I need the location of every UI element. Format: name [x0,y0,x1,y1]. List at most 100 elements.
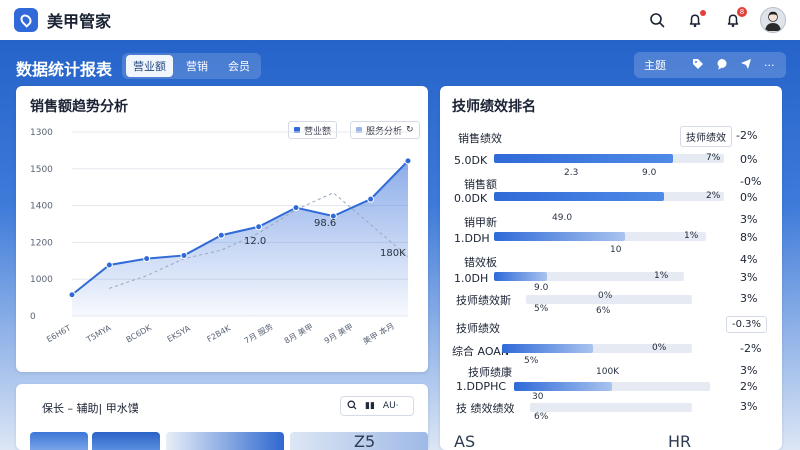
x-tick-label: 7月 服务 [242,321,274,345]
rank-float: 5% [534,304,549,314]
data-point [217,231,225,239]
y-tick-label: 1300 [30,128,53,138]
rank-float: 0% [598,291,613,301]
theme-button[interactable]: 主题 [644,57,666,73]
data-point [367,195,375,203]
rank-row-pct: 3% [740,364,758,377]
data-label: 180K [380,248,406,259]
rank-bar-track [530,403,692,412]
area-fill [72,160,408,316]
rank-float: 5% [524,356,539,366]
rank-float: 6% [596,306,611,316]
rank-row-label: 技师绩效斯 [456,294,511,307]
x-tick-label: T5MYA [84,323,113,345]
rank-bar-fill [502,344,594,353]
y-tick-label: 0 [30,312,36,322]
rank-bar-track [494,154,724,163]
rank-bar-track [494,232,706,241]
data-label: 12.0 [244,236,266,247]
app-title: 美甲管家 [47,12,112,31]
rank-row-pct: -0% [740,175,762,188]
partial-text: Z5 [354,432,376,450]
thumbnail-image[interactable] [166,432,284,450]
notification-badge: 8 [737,7,747,17]
rank-row-label: 销售额 [464,178,497,191]
search-icon[interactable] [646,9,668,31]
bottom-action-label[interactable]: AU· [383,401,399,411]
rank-row-label: 1.DDPHC [456,380,507,393]
rank-bar-text: 0% [652,343,667,353]
rank-bar-track [494,192,724,201]
grid-icon[interactable]: ▮▮ [365,401,375,411]
share-icon[interactable] [740,58,752,73]
rank-row-label: 1.DDH [454,232,490,245]
tab-revenue[interactable]: 营业额 [126,55,173,77]
x-tick-label: BC6DK [125,323,154,345]
rank-row-pct: 3% [740,213,758,226]
rank-bar-track [514,382,710,391]
rank-float: 9.0 [534,283,549,293]
data-point [143,255,151,263]
rank-row-label: 5.0DK [454,154,488,167]
report-tabs: 营业额 营销 会员 [122,53,261,79]
rank-bar-fill [494,232,626,241]
rank-bar-fill [494,272,548,281]
partial-text: HR [668,432,692,450]
thumbnail-image[interactable] [92,432,160,450]
header-toolbar: 主题 ··· [634,52,786,78]
rank-row-pct: 4% [740,253,758,266]
rank-bar-text: 1% [684,231,699,241]
data-point [180,251,188,259]
data-point [68,291,76,299]
rank-row-label: 1.0DH [454,272,489,285]
search-icon[interactable] [347,400,357,413]
rank-bar-fill [494,192,665,201]
location-pin-icon [18,12,34,28]
rank-float: 2.3 [564,168,579,178]
rank-row-label: 技师绩康 [468,366,512,379]
rank-row-pct: -2% [740,342,762,355]
tab-members[interactable]: 会员 [221,55,257,77]
rank-row-label: 综合 AOAN [452,345,510,358]
thumbnail-image[interactable] [30,432,88,450]
rank-row-pct: 3% [740,271,758,284]
chat-icon[interactable] [716,58,728,73]
rank-row-pct: 3% [740,400,758,413]
data-label: 98.6 [314,218,336,229]
rank-row-pct: 8% [740,231,758,244]
avatar[interactable] [760,7,786,33]
y-tick-label: 1000 [30,275,53,285]
x-tick-label: F2B4K [205,323,232,344]
tab-marketing[interactable]: 营销 [179,55,215,77]
section2-chip[interactable]: -0.3% [726,316,768,333]
rank-float: 49.0 [552,213,573,223]
page-title: 数据统计报表 [16,60,113,79]
ranking-header-pct: -2% [736,129,758,142]
rank-row-label: 技 绩效绩效 [456,402,515,415]
rank-bar-fill [494,154,674,163]
rank-float: 6% [534,412,549,422]
tag-icon[interactable] [692,58,704,73]
bottom-title: 保长 – 辅助| 甲水馍 [42,402,139,415]
ranking-title: 技师绩效排名 [452,99,536,115]
message-bell-icon[interactable]: 8 [722,7,747,31]
bell-icon[interactable] [684,9,706,31]
rank-float: 10 [610,245,622,255]
rank-row-label: 销售绩效 [458,132,502,145]
data-point [105,261,113,269]
more-icon[interactable]: ··· [764,59,775,72]
rank-row-pct: 0% [740,153,758,166]
rank-row-label: 错效板 [464,256,497,269]
y-tick-label: 1400 [30,202,53,212]
x-tick-label: EKSYA [166,323,193,344]
x-tick-label: E6H6T [45,323,72,344]
rank-row-pct: 2% [740,380,758,393]
rank-bar-text: 1% [654,271,669,281]
data-point [255,223,263,231]
appbar-actions: 8 [646,7,786,33]
x-tick-label: 美甲 本月 [361,320,396,346]
ranking-header-chip[interactable]: 技师绩效 [680,126,732,147]
rank-row-pct: 0% [740,191,758,204]
rank-row-label: 0.0DK [454,192,488,205]
data-point [404,157,412,165]
